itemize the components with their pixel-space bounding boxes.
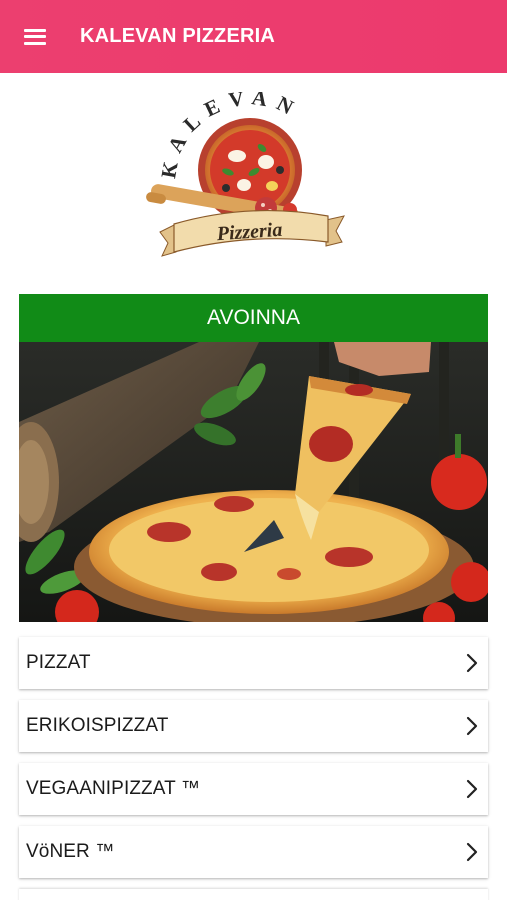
- app-title: KALEVAN PIZZERIA: [80, 25, 276, 47]
- category-item-pizzat[interactable]: PIZZAT: [19, 637, 488, 689]
- category-item-vegaanipizzat[interactable]: VEGAANIPIZZAT ™: [19, 763, 488, 815]
- category-label: VEGAANIPIZZAT ™: [26, 778, 200, 799]
- category-item-partial[interactable]: [19, 889, 488, 900]
- category-item-voner[interactable]: VöNER ™: [19, 826, 488, 878]
- hero-pizza-image: [19, 342, 488, 622]
- category-label: VöNER ™: [26, 841, 115, 862]
- category-list: PIZZAT ERIKOISPIZZAT VEGAANIPIZZAT ™ VöN…: [19, 637, 488, 900]
- category-item-erikoispizzat[interactable]: ERIKOISPIZZAT: [19, 700, 488, 752]
- chevron-right-icon: [464, 779, 480, 799]
- chevron-right-icon: [464, 653, 480, 673]
- chevron-right-icon: [464, 716, 480, 736]
- hamburger-menu-icon: [24, 28, 46, 45]
- app-bar: KALEVAN PIZZERIA: [0, 0, 507, 73]
- logo-ribbon-text: Pizzeria: [215, 219, 283, 246]
- chevron-right-icon: [464, 842, 480, 862]
- category-label: PIZZAT: [26, 652, 91, 673]
- category-label: ERIKOISPIZZAT: [26, 715, 169, 736]
- status-label: AVOINNA: [207, 306, 300, 329]
- pizzeria-logo: KALEVAN Pizzeria: [140, 85, 368, 266]
- menu-button[interactable]: [0, 0, 70, 73]
- open-status-banner: AVOINNA: [19, 294, 488, 342]
